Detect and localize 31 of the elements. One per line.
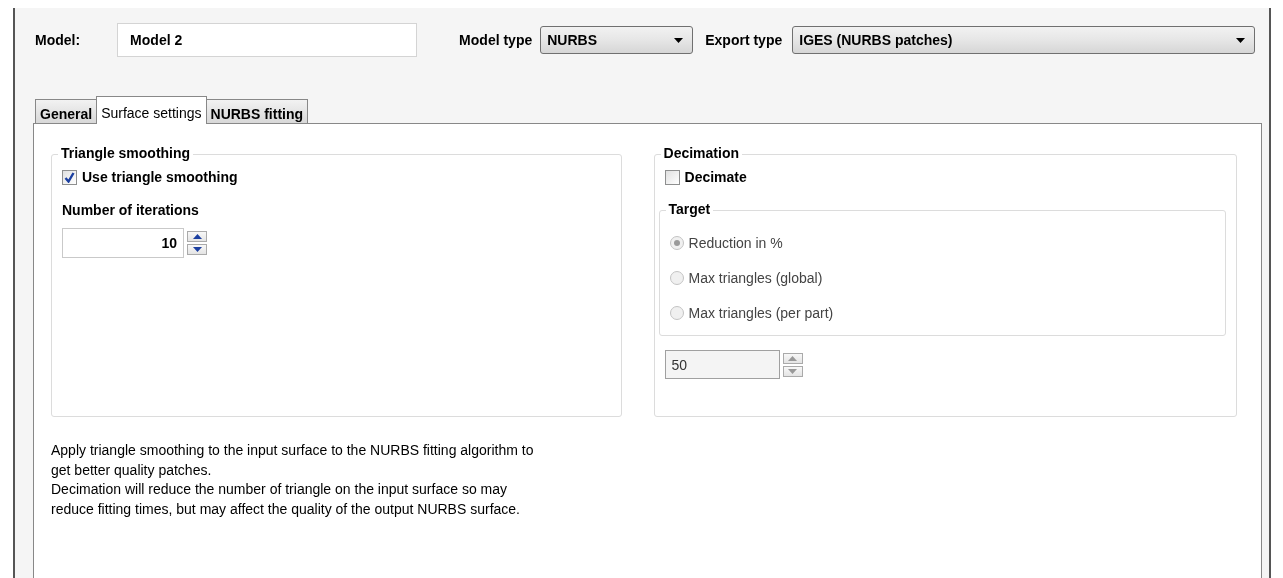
dropdown[interactable]: IGES (NURBS patches) <box>792 26 1256 54</box>
radio-label: Max triangles (per part) <box>688 304 834 321</box>
description-text: Decimation will reduce the number of triangle on the input surface so may reduce fitting times, but may affect the quality of the output NURBS surface. <box>51 480 521 519</box>
dropdown[interactable]: NURBS <box>540 26 694 54</box>
group-title: Decimation <box>660 145 742 161</box>
spin-up-button[interactable] <box>187 231 207 242</box>
tab[interactable]: General <box>35 99 98 123</box>
spin-down-button[interactable] <box>187 244 207 255</box>
radio-label: Max triangles (global) <box>688 269 823 286</box>
down-arrow-icon <box>192 247 202 252</box>
field-label: Model type <box>459 32 533 48</box>
description-text: Apply triangle smoothing to the input surface to the NURBS fitting algorithm to get better quality patches. <box>51 441 535 480</box>
field-label: Model: <box>35 32 81 48</box>
radio-label: Reduction in % <box>688 234 783 251</box>
tab[interactable]: NURBS fitting <box>205 99 309 123</box>
checkbox[interactable] <box>664 169 680 185</box>
number-field[interactable]: 10 <box>62 228 184 258</box>
checkbox-label: Use triangle smoothing <box>82 169 238 185</box>
field-label: Export type <box>705 32 783 48</box>
down-arrow-icon <box>788 368 798 374</box>
group-title: Triangle smoothing <box>58 145 194 161</box>
up-arrow-icon <box>192 234 202 239</box>
caret-icon <box>674 37 684 43</box>
tab[interactable]: Surface settings <box>96 96 207 124</box>
text-field[interactable]: Model 2 <box>117 23 418 57</box>
caret-icon <box>1236 37 1246 43</box>
checkbox[interactable] <box>62 169 77 185</box>
group-title: Target <box>665 201 714 217</box>
field-label: Number of iterations <box>62 202 200 218</box>
checkbox-label: Decimate <box>684 169 747 185</box>
up-arrow-icon <box>788 355 798 361</box>
